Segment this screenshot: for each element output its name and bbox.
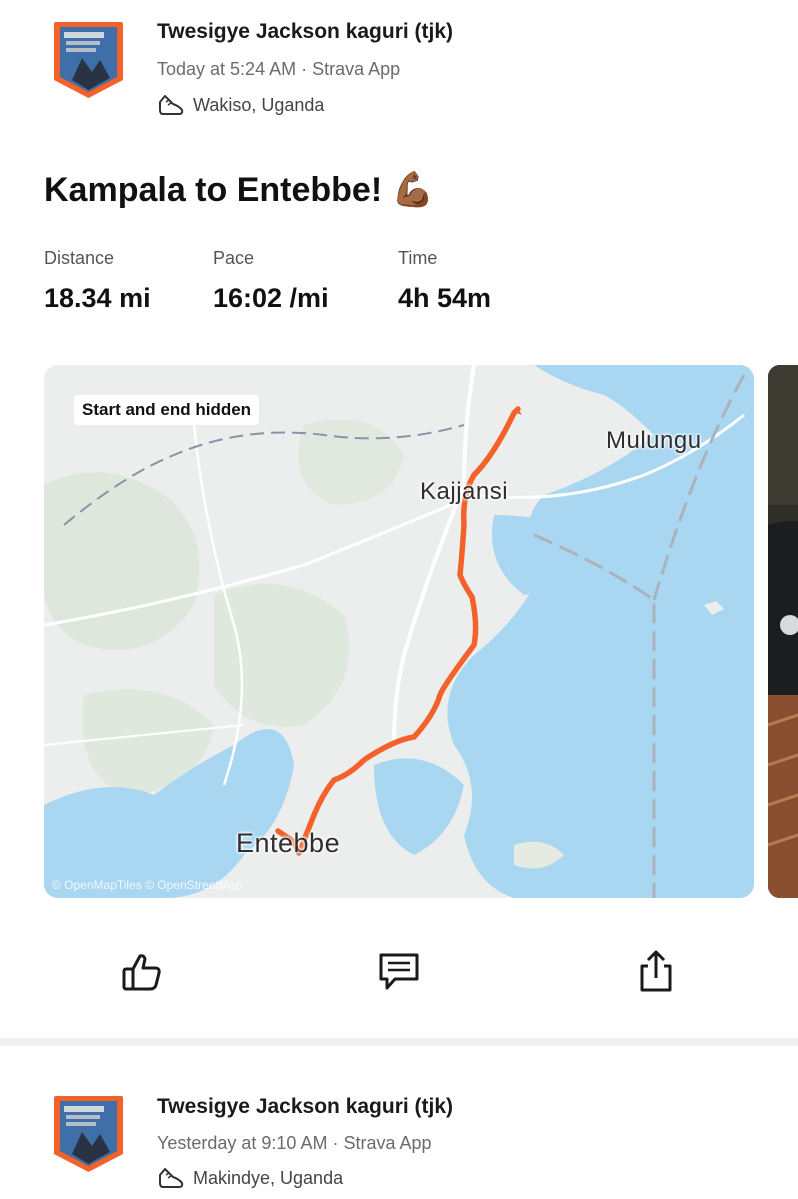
post-location: Makindye, Uganda	[157, 1165, 343, 1191]
route-map[interactable]: Start and end hidden Mulungu Kajjansi En…	[44, 365, 754, 898]
running-shoe-icon	[159, 95, 184, 115]
share-button[interactable]	[629, 945, 683, 999]
avatar-image	[54, 1096, 123, 1172]
activity-title[interactable]: Kampala to Entebbe! 💪🏾	[44, 170, 434, 210]
stat-label: Pace	[213, 248, 255, 268]
feed-divider	[0, 1038, 798, 1046]
stat-value: 16:02 /mi	[213, 283, 329, 313]
stat-value: 18.34 mi	[44, 283, 151, 313]
avatar-image	[54, 22, 123, 98]
post-location: Wakiso, Uganda	[157, 92, 324, 118]
map-attribution: © OpenMapTiles © OpenStreetMap	[52, 878, 242, 892]
stat-label: Time	[398, 248, 438, 268]
running-shoe-icon	[159, 1168, 184, 1188]
location-text: Wakiso, Uganda	[193, 94, 325, 115]
post-meta: Today at 5:24 AM · Strava App	[157, 59, 401, 79]
map-label-entebbe: Entebbe	[236, 828, 341, 858]
privacy-badge: Start and end hidden	[74, 395, 260, 425]
stat-label: Distance	[44, 248, 115, 268]
comment-button[interactable]	[372, 945, 426, 999]
avatar[interactable]	[52, 1094, 125, 1174]
activity-post: Twesigye Jackson kaguri (tjk) Today at 5…	[0, 0, 798, 1038]
stat-value: 4h 54m	[398, 283, 492, 313]
activity-post: Twesigye Jackson kaguri (tjk) Yesterday …	[0, 1046, 798, 1199]
author-name[interactable]: Twesigye Jackson kaguri (tjk)	[157, 20, 453, 44]
photo-image	[768, 365, 798, 898]
stat-distance: Distance 18.34 mi	[44, 248, 151, 314]
author-name[interactable]: Twesigye Jackson kaguri (tjk)	[157, 1095, 453, 1119]
map-label-kajjansi: Kajjansi	[420, 478, 509, 505]
avatar[interactable]	[52, 20, 125, 100]
thumbs-up-icon	[122, 954, 161, 991]
comment-icon	[379, 953, 419, 990]
kudos-button[interactable]	[115, 945, 169, 999]
map-label-mulungu: Mulungu	[606, 427, 702, 454]
activity-photo[interactable]	[768, 365, 798, 898]
location-text: Makindye, Uganda	[193, 1167, 344, 1188]
post-meta: Yesterday at 9:10 AM · Strava App	[157, 1133, 432, 1153]
stat-pace: Pace 16:02 /mi	[213, 248, 329, 314]
share-icon	[640, 950, 672, 992]
stat-time: Time 4h 54m	[398, 248, 491, 314]
